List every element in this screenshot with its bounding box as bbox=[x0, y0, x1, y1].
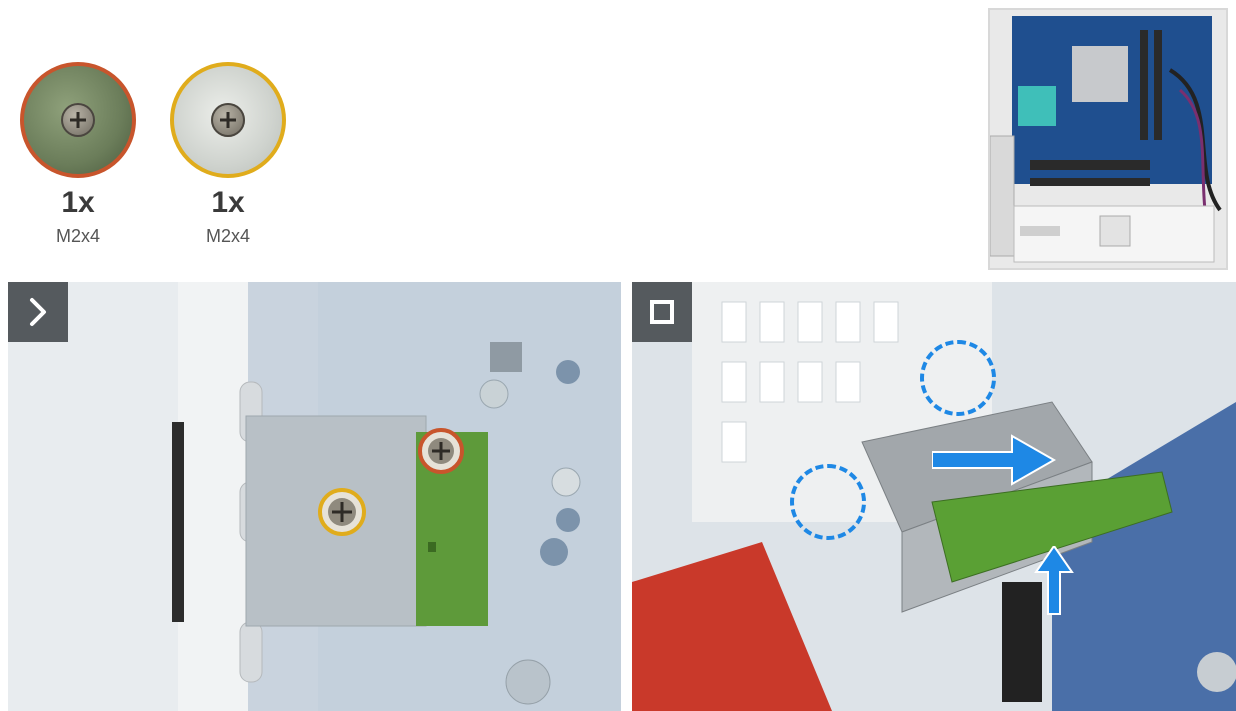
screw-red-location-callout bbox=[418, 428, 464, 474]
step-badge-end bbox=[632, 282, 692, 342]
screw-yellow-quantity: 1x bbox=[211, 186, 245, 219]
screw-head-icon bbox=[211, 103, 245, 137]
screw-red-quantity: 1x bbox=[61, 186, 95, 219]
lift-up-arrow-icon bbox=[1034, 546, 1074, 615]
slot-tab-callout bbox=[920, 340, 996, 416]
square-stop-icon bbox=[650, 300, 674, 324]
computer-overview-image bbox=[988, 8, 1228, 270]
slide-right-arrow-icon bbox=[932, 434, 1057, 486]
screw-yellow-size: M2x4 bbox=[205, 226, 250, 246]
step-badge-next bbox=[8, 282, 68, 342]
screw-head-icon bbox=[61, 103, 95, 137]
step-2-remove-card-panel bbox=[632, 282, 1236, 711]
slot-tab-callout bbox=[790, 464, 866, 540]
step-1-remove-screws-panel bbox=[8, 282, 621, 711]
screw-red-size: M2x4 bbox=[55, 226, 100, 246]
screw-yellow-location-callout bbox=[318, 488, 366, 536]
screw-m2x4-red-callout bbox=[20, 62, 136, 178]
chevron-right-icon bbox=[30, 298, 46, 326]
screw-m2x4-yellow-callout bbox=[170, 62, 286, 178]
